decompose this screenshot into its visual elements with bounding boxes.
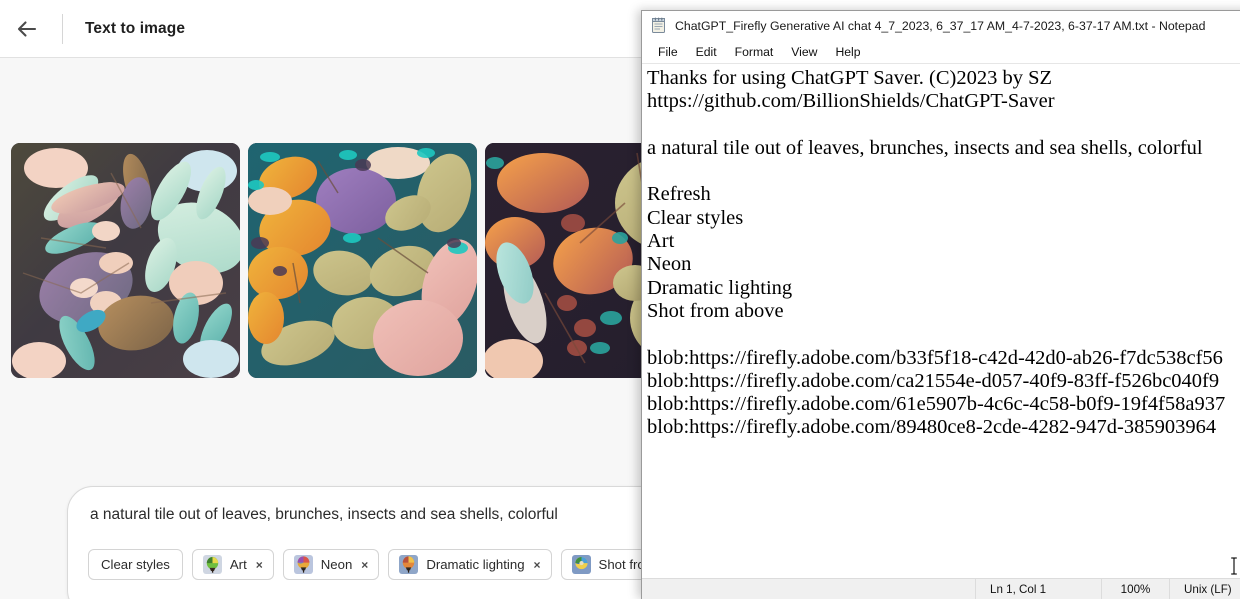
back-button[interactable]: [10, 12, 44, 46]
menu-item-file[interactable]: File: [649, 44, 687, 60]
notepad-title-bar[interactable]: ChatGPT_Firefly Generative AI chat 4_7_2…: [642, 11, 1240, 41]
balloon-shot-thumb: [571, 555, 591, 574]
notepad-status-bar: Ln 1, Col 1 100% Unix (LF): [642, 578, 1240, 599]
balloon-neon-thumb: [293, 555, 313, 574]
remove-style-icon[interactable]: ×: [361, 558, 368, 572]
generated-image-1: [11, 143, 240, 378]
arrow-left-icon: [15, 17, 39, 41]
clear-styles-button[interactable]: Clear styles: [88, 549, 183, 580]
generated-image-card[interactable]: [248, 143, 477, 378]
notepad-content[interactable]: Thanks for using ChatGPT Saver. (C)2023 …: [647, 67, 1240, 440]
balloon-dramatic-thumb: [399, 555, 419, 574]
generated-image-card[interactable]: [11, 143, 240, 378]
generated-image-2: [248, 143, 477, 378]
menu-item-edit[interactable]: Edit: [687, 44, 726, 60]
style-chip-label: Dramatic lighting: [426, 557, 525, 572]
header-divider: [62, 13, 63, 44]
notepad-icon: [650, 17, 667, 34]
notepad-window[interactable]: ChatGPT_Firefly Generative AI chat 4_7_2…: [641, 10, 1240, 599]
clear-styles-label: Clear styles: [101, 557, 170, 572]
balloon-art-thumb: [202, 555, 222, 574]
status-line-ending: Unix (LF): [1169, 579, 1240, 599]
style-chips: Clear styles Art × Neon × Dramatic light…: [88, 549, 723, 580]
style-chip-neon[interactable]: Neon ×: [282, 549, 380, 580]
notepad-text-area[interactable]: Thanks for using ChatGPT Saver. (C)2023 …: [642, 63, 1240, 578]
menu-item-view[interactable]: View: [782, 44, 826, 60]
style-chip-label: Art: [229, 557, 247, 572]
remove-style-icon[interactable]: ×: [256, 558, 263, 572]
status-zoom[interactable]: 100%: [1101, 579, 1169, 599]
notepad-title-text: ChatGPT_Firefly Generative AI chat 4_7_2…: [675, 18, 1206, 33]
style-chip-label: Neon: [320, 557, 353, 572]
prompt-input[interactable]: a natural tile out of leaves, brunches, …: [90, 506, 558, 524]
page-title: Text to image: [85, 19, 186, 37]
menu-item-help[interactable]: Help: [826, 44, 869, 60]
screen: Text to image a natural tile out of leav…: [0, 0, 1240, 599]
notepad-menu-bar: File Edit Format View Help: [642, 41, 1240, 62]
menu-item-format[interactable]: Format: [726, 44, 783, 60]
results-grid: [11, 143, 714, 378]
remove-style-icon[interactable]: ×: [534, 558, 541, 572]
style-chip-dramatic-lighting[interactable]: Dramatic lighting ×: [388, 549, 552, 580]
style-chip-art[interactable]: Art ×: [191, 549, 274, 580]
status-position: Ln 1, Col 1: [975, 579, 1101, 599]
